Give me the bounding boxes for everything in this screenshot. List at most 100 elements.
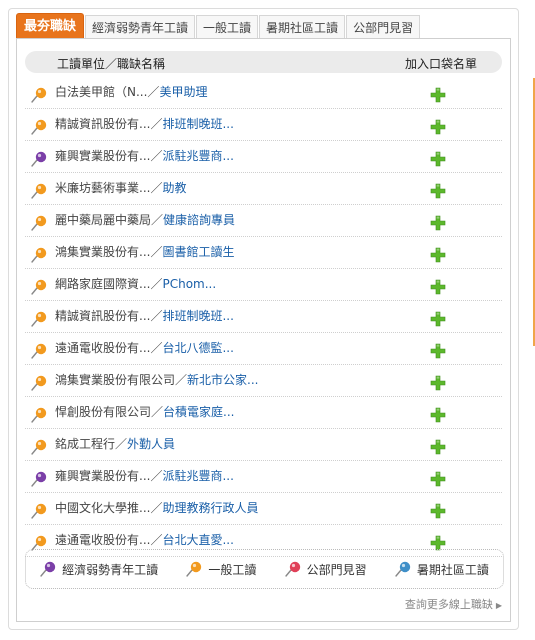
company-name: 精誠資訊股份有... (55, 117, 151, 131)
separator: ／ (150, 149, 163, 163)
separator: ／ (147, 85, 160, 99)
job-list-panel: 工讀單位／職缺名稱 加入口袋名單 白法美甲館（N...／美甲助理 精誠資訊股份有.… (16, 38, 511, 622)
table-row: 精誠資訊股份有...／排班制晚班... (25, 301, 502, 333)
separator: ／ (175, 373, 188, 387)
company-name: 中國文化大學推... (55, 501, 151, 515)
company-name: 鴻集實業股份有... (55, 245, 151, 259)
red-pin-icon (284, 561, 307, 577)
list-header: 工讀單位／職缺名稱 加入口袋名單 (25, 51, 502, 73)
add-to-pocket-plus-icon[interactable] (430, 532, 446, 551)
job-title-link[interactable]: 台北大直愛... (162, 533, 233, 547)
separator: ／ (150, 245, 163, 259)
table-row: 遠通電收股份有...／台北八德監... (25, 333, 502, 365)
orange-pin-icon (31, 532, 49, 551)
company-name: 銘成工程行 (55, 437, 116, 451)
legend-item: 公部門見習 (284, 561, 367, 578)
tab-summer-community[interactable]: 暑期社區工讀 (259, 15, 346, 39)
table-row: 鴻集實業股份有限公司／新北市公家... (25, 365, 502, 397)
orange-pin-icon (31, 436, 49, 455)
table-row: 悍創股份有限公司／台積電家庭... (25, 397, 502, 429)
add-to-pocket-plus-icon[interactable] (430, 340, 446, 359)
row-text: 銘成工程行／外勤人員 (55, 429, 175, 459)
add-to-pocket-plus-icon[interactable] (430, 180, 446, 199)
row-text: 中國文化大學推...／助理教務行政人員 (55, 493, 258, 523)
column-header-add: 加入口袋名單 (405, 57, 478, 71)
orange-pin-icon (31, 372, 49, 391)
legend-item: 一般工讀 (186, 561, 256, 578)
job-list: 白法美甲館（N...／美甲助理 精誠資訊股份有...／排班制晚班... 雍興實業股份… (25, 77, 502, 557)
table-row: 麗中藥局麗中藥局／健康諮詢專員 (25, 205, 502, 237)
separator: ／ (150, 309, 163, 323)
purple-pin-icon (31, 148, 49, 167)
add-to-pocket-plus-icon[interactable] (430, 500, 446, 519)
orange-pin-icon (31, 500, 49, 519)
job-title-link[interactable]: 助理教務行政人員 (162, 501, 258, 515)
add-to-pocket-plus-icon[interactable] (430, 468, 446, 487)
job-title-link[interactable]: 派駐兆豐商... (162, 469, 233, 483)
job-title-link[interactable]: 圖書館工讀生 (162, 245, 234, 259)
separator: ／ (150, 501, 163, 515)
separator: ／ (150, 341, 163, 355)
triangle-right-icon: ▶ (495, 601, 502, 610)
add-to-pocket-plus-icon[interactable] (430, 404, 446, 423)
table-row: 白法美甲館（N...／美甲助理 (25, 77, 502, 109)
orange-pin-icon (31, 180, 49, 199)
tab-disadvantaged-youth[interactable]: 經濟弱勢青年工讀 (85, 15, 196, 39)
add-to-pocket-plus-icon[interactable] (430, 148, 446, 167)
add-to-pocket-plus-icon[interactable] (430, 212, 446, 231)
job-title-link[interactable]: 台北八德監... (162, 341, 233, 355)
orange-pin-icon (31, 340, 49, 359)
job-title-link[interactable]: 排班制晚班... (162, 117, 233, 131)
row-text: 麗中藥局麗中藥局／健康諮詢專員 (55, 205, 235, 235)
company-name: 網路家庭國際資... (55, 277, 151, 291)
add-to-pocket-plus-icon[interactable] (430, 116, 446, 135)
company-name: 鴻集實業股份有限公司 (55, 373, 176, 387)
row-text: 鴻集實業股份有限公司／新北市公家... (55, 365, 258, 395)
separator: ／ (151, 405, 164, 419)
separator: ／ (151, 213, 164, 227)
job-title-link[interactable]: 健康諮詢專員 (163, 213, 235, 227)
tab-bar: 最夯職缺 經濟弱勢青年工讀 一般工讀 暑期社區工讀 公部門見習 (16, 13, 421, 39)
table-row: 雍興實業股份有...／派駐兆豐商... (25, 461, 502, 493)
company-name: 遠通電收股份有... (55, 533, 151, 547)
legend-label: 公部門見習 (306, 562, 367, 577)
more-jobs-link[interactable]: 查詢更多線上職缺 ▶ (405, 596, 502, 612)
orange-pin-icon (31, 276, 49, 295)
job-title-link[interactable]: PChom... (162, 277, 216, 291)
legend-label: 經濟弱勢青年工讀 (62, 562, 159, 577)
job-title-link[interactable]: 助教 (162, 181, 186, 195)
separator: ／ (150, 277, 163, 291)
row-text: 遠通電收股份有...／台北八德監... (55, 333, 234, 363)
job-title-link[interactable]: 新北市公家... (187, 373, 258, 387)
purple-pin-icon (31, 468, 49, 487)
job-title-link[interactable]: 排班制晚班... (162, 309, 233, 323)
legend-item: 暑期社區工讀 (395, 561, 489, 578)
job-title-link[interactable]: 派駐兆豐商... (162, 149, 233, 163)
orange-pin-icon (31, 404, 49, 423)
company-name: 悍創股份有限公司 (55, 405, 152, 419)
row-text: 雍興實業股份有...／派駐兆豐商... (55, 141, 234, 171)
row-text: 米廉坊藝術事業...／助教 (55, 173, 186, 203)
separator: ／ (150, 533, 163, 547)
orange-pin-icon (31, 244, 49, 263)
add-to-pocket-plus-icon[interactable] (430, 372, 446, 391)
separator: ／ (115, 437, 128, 451)
row-text: 雍興實業股份有...／派駐兆豐商... (55, 461, 234, 491)
orange-pin-icon (31, 84, 49, 103)
job-title-link[interactable]: 美甲助理 (159, 85, 207, 99)
row-text: 精誠資訊股份有...／排班制晚班... (55, 109, 234, 139)
orange-pin-icon (31, 116, 49, 135)
blue-pin-icon (395, 561, 417, 577)
add-to-pocket-plus-icon[interactable] (430, 84, 446, 103)
legend-label: 暑期社區工讀 (416, 562, 489, 577)
tab-general-parttime[interactable]: 一般工讀 (196, 15, 259, 39)
tab-public-internship[interactable]: 公部門見習 (346, 15, 421, 39)
add-to-pocket-plus-icon[interactable] (430, 276, 446, 295)
add-to-pocket-plus-icon[interactable] (430, 308, 446, 327)
tab-hot-jobs[interactable]: 最夯職缺 (16, 13, 85, 39)
add-to-pocket-plus-icon[interactable] (430, 244, 446, 263)
job-title-link[interactable]: 台積電家庭... (163, 405, 234, 419)
column-header-name: 工讀單位／職缺名稱 (57, 57, 166, 71)
add-to-pocket-plus-icon[interactable] (430, 436, 446, 455)
job-title-link[interactable]: 外勤人員 (127, 437, 175, 451)
